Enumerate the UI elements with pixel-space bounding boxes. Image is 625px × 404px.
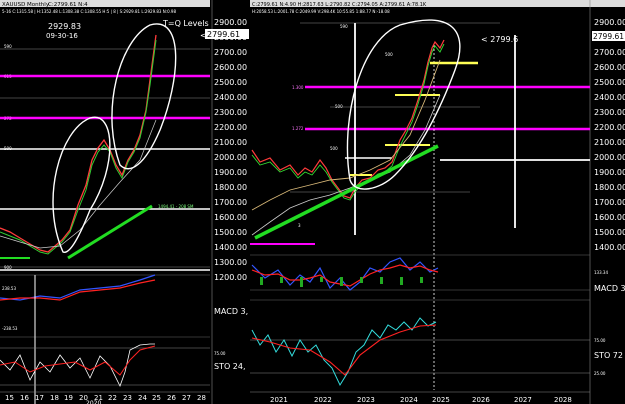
y-tick: 2600.00 <box>214 63 247 72</box>
sto-level: 75.00 <box>594 338 606 343</box>
y-tick: 2400.00 <box>594 93 625 102</box>
small-label: 500 <box>330 146 338 151</box>
left-stats-line: 5-16 C:1315.58 | H:1352.48 L:1308.38 C:1… <box>2 9 176 14</box>
small-label: 590 <box>4 44 12 49</box>
y-tick: 2600.00 <box>594 63 625 72</box>
x-tick: 15 <box>5 394 14 402</box>
y-tick: 1700.00 <box>594 198 625 207</box>
x-tick: 2024 <box>400 396 418 404</box>
x-tick: 16 <box>20 394 29 402</box>
right-price-arrow: < 2799.6 <box>481 35 518 44</box>
y-tick: 1800.00 <box>594 183 625 192</box>
y-tick: 1600.00 <box>214 213 247 222</box>
y-tick: 1400.00 <box>594 243 625 252</box>
x-tick: 2026 <box>472 396 490 404</box>
right-macd-label: MACD 3 <box>594 284 625 293</box>
trend-annotation: 1494.41 - 208 SM <box>158 204 194 209</box>
small-label: 500 <box>335 104 343 109</box>
x-tick: 28 <box>197 394 206 402</box>
right-sto-label: STO 72 <box>594 351 623 360</box>
x-year: 2020 <box>86 400 101 404</box>
left-macd-label: MACD 3, <box>214 307 248 316</box>
y-tick: 1300.00 <box>214 258 247 267</box>
y-tick: 2300.00 <box>214 108 247 117</box>
y-tick: 2500.00 <box>594 78 625 87</box>
left-ohlc-label: C:2799.61 N:4 <box>48 2 88 8</box>
x-tick: 17 <box>35 394 44 402</box>
background <box>0 0 625 404</box>
small-label: 1.300 <box>292 85 304 90</box>
small-label: 500 <box>385 52 393 57</box>
y-tick: 1500.00 <box>594 228 625 237</box>
macd-value: 133.34 <box>594 270 608 275</box>
y-tick: 2900.00 <box>594 18 625 27</box>
y-tick: 2200.00 <box>214 123 247 132</box>
x-tick: 2022 <box>314 396 332 404</box>
y-tick: 2700.00 <box>594 48 625 57</box>
left-symbol-label: XAUUSD Monthly <box>2 2 50 8</box>
sto-level: 25.00 <box>594 371 606 376</box>
y-tick: 1900.00 <box>214 168 247 177</box>
y-tick: 2100.00 <box>214 138 247 147</box>
x-tick: 2021 <box>270 396 288 404</box>
left-price-tag-text: 2799.61 <box>207 30 240 39</box>
small-label: 590 <box>340 24 348 29</box>
y-tick: 1900.00 <box>594 168 625 177</box>
small-label: 500 <box>4 146 12 151</box>
y-tick: 2100.00 <box>594 138 625 147</box>
y-tick: 2900.00 <box>214 18 247 27</box>
x-tick: 22 <box>108 394 117 402</box>
small-label: 615 <box>4 74 12 79</box>
macd-value: 238.53 <box>2 286 16 291</box>
y-tick: 2300.00 <box>594 108 625 117</box>
y-tick: 2500.00 <box>214 78 247 87</box>
x-tick: 19 <box>64 394 73 402</box>
x-tick: 25 <box>152 394 161 402</box>
x-tick: 27 <box>182 394 191 402</box>
left-date-label: 09-30-16 <box>46 32 78 40</box>
y-tick: 1700.00 <box>214 198 247 207</box>
right-stats-line: H:2058.53 L:2001.78 C:2049.99 V:298.4K 1… <box>252 9 390 14</box>
small-label: 900 <box>4 265 12 270</box>
x-tick: 2028 <box>554 396 572 404</box>
x-tick: 2023 <box>357 396 375 404</box>
small-label: 1.272 <box>292 126 304 131</box>
y-tick: 1600.00 <box>594 213 625 222</box>
y-tick: 1800.00 <box>214 183 247 192</box>
small-label: 272 <box>4 116 12 121</box>
right-ohlc-label: C:2799.61 N:4.90 H:2817.63 L:2790.82 C:2… <box>252 2 427 8</box>
x-tick: 24 <box>138 394 147 402</box>
sto-level: 75.00 <box>214 351 226 356</box>
left-sto-label: STO 24, <box>214 362 246 371</box>
macd-value: -238.53 <box>2 326 18 331</box>
y-tick: 2200.00 <box>594 123 625 132</box>
y-tick: 1400.00 <box>214 243 247 252</box>
x-tick: 26 <box>167 394 176 402</box>
right-price-tag-text: 2799.61 <box>593 32 624 41</box>
y-tick: 2000.00 <box>594 153 625 162</box>
x-tick: 23 <box>123 394 132 402</box>
y-tick: 2400.00 <box>214 93 247 102</box>
y-tick: 2700.00 <box>214 48 247 57</box>
chart-workspace: XAUUSD Monthly C:2799.61 N:4 5-16 C:1315… <box>0 0 625 404</box>
y-tick: 2000.00 <box>214 153 247 162</box>
y-tick: 1200.00 <box>214 273 247 282</box>
y-tick: 1500.00 <box>214 228 247 237</box>
x-tick: 18 <box>50 394 59 402</box>
x-tick: 2027 <box>514 396 532 404</box>
t-levels-label: T=Q Levels <box>162 19 209 28</box>
left-price-top: 2929.83 <box>48 22 81 31</box>
x-tick: 2025 <box>432 396 450 404</box>
